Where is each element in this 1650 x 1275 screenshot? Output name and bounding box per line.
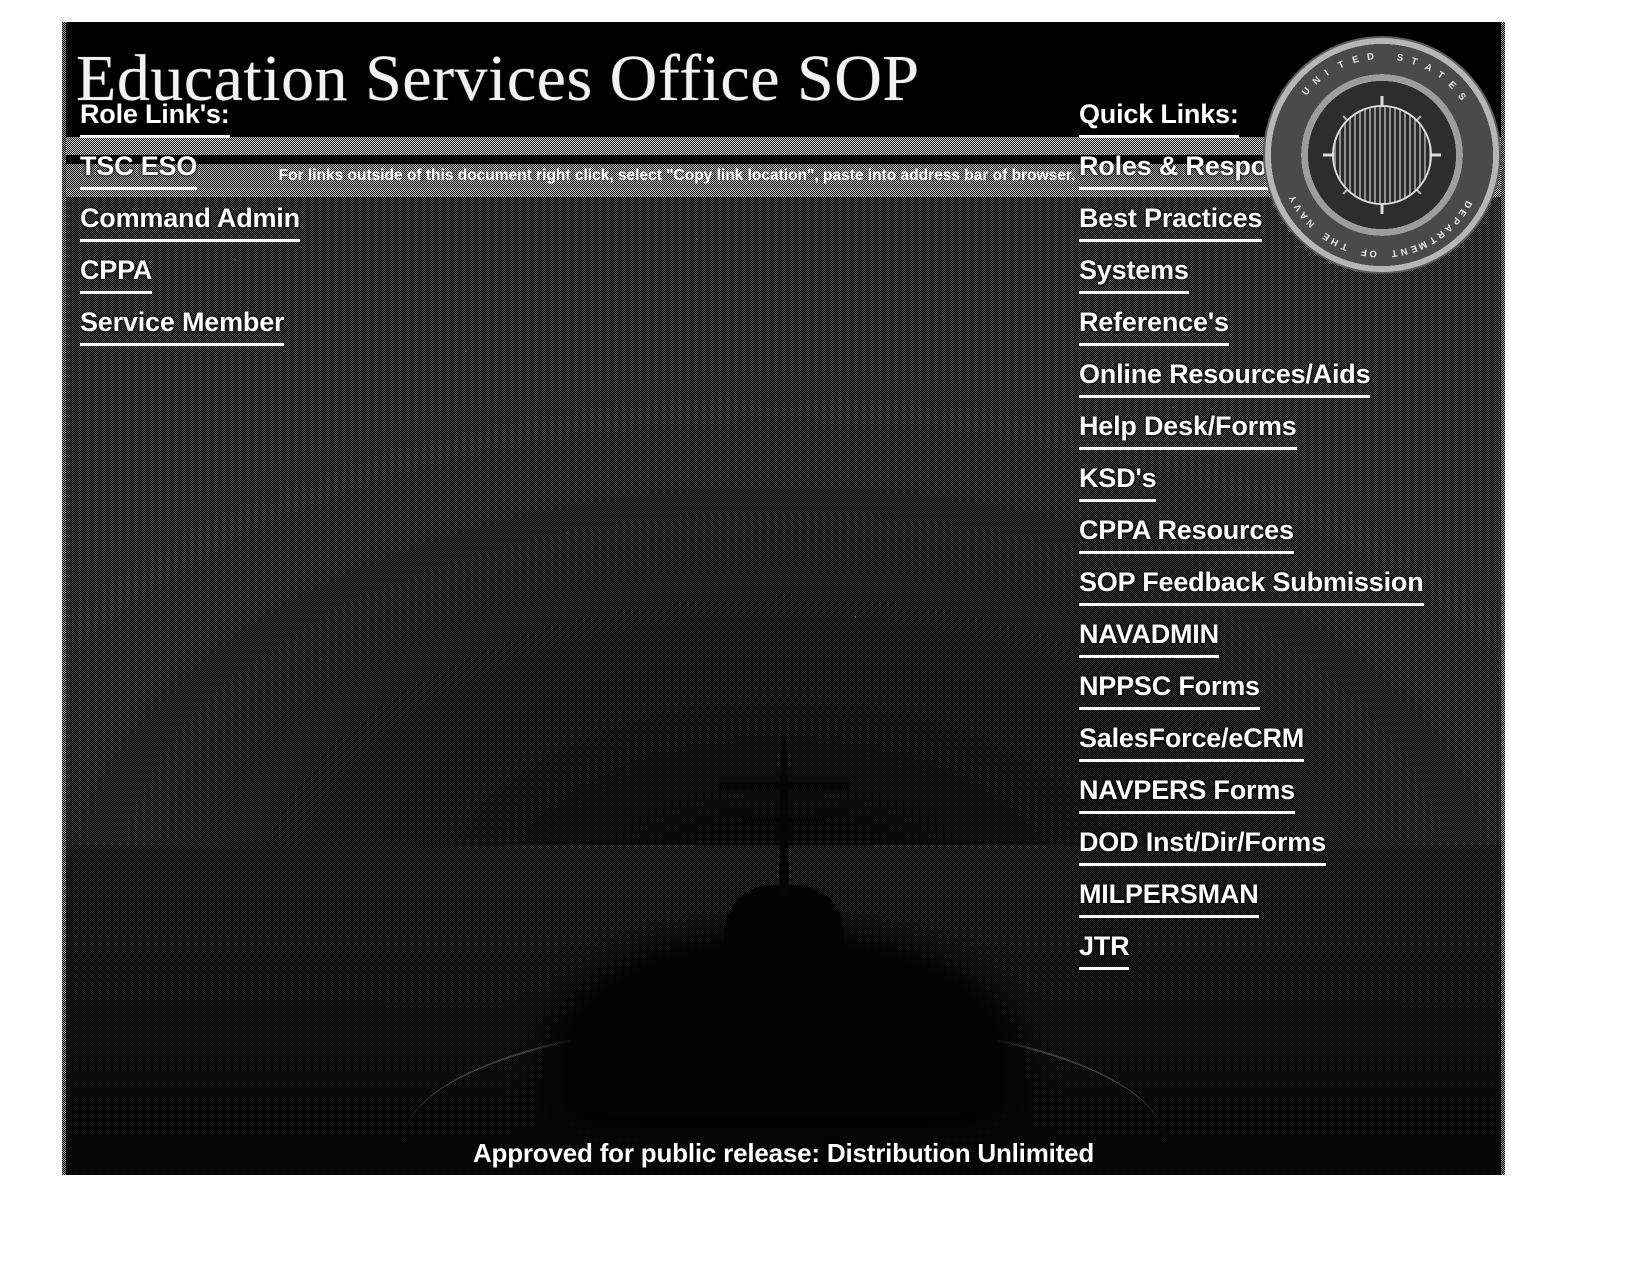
- role-link-row: TSC ESO: [80, 146, 500, 198]
- quick-link-salesforce-ecrm[interactable]: SalesForce/eCRM: [1079, 718, 1304, 762]
- ship-yardarm-upper: [718, 782, 849, 790]
- document-body: Education Services Office SOP For links …: [62, 22, 1505, 1175]
- seal-globe-icon: [1334, 107, 1430, 203]
- quick-link-row: JTR: [1079, 926, 1499, 978]
- role-link-cppa[interactable]: CPPA: [80, 250, 152, 294]
- quick-link-row: SOP Feedback Submission: [1079, 562, 1499, 614]
- navy-seal-icon: UNITED STATESDEPARTMENT OF THE NAVY: [1263, 36, 1501, 274]
- role-link-service-member[interactable]: Service Member: [80, 302, 285, 346]
- footer: Approved for public release: Distributio…: [62, 1138, 1505, 1169]
- left-edge-rule: [62, 22, 66, 1175]
- quick-link-ksds[interactable]: KSD's: [1079, 458, 1157, 502]
- quick-link-jtr[interactable]: JTR: [1079, 926, 1130, 970]
- role-link-row: Service Member: [80, 302, 500, 354]
- quick-link-help-desk-forms[interactable]: Help Desk/Forms: [1079, 406, 1297, 450]
- quick-link-best-practices[interactable]: Best Practices: [1079, 198, 1263, 242]
- quick-link-nppsc-forms[interactable]: NPPSC Forms: [1079, 666, 1260, 710]
- quick-link-online-resources-aids[interactable]: Online Resources/Aids: [1079, 354, 1371, 398]
- role-links-heading-row: Role Link's:: [80, 94, 500, 146]
- role-links-heading[interactable]: Role Link's:: [80, 94, 230, 138]
- quick-link-references[interactable]: Reference's: [1079, 302, 1229, 346]
- quick-link-row: NAVPERS Forms: [1079, 770, 1499, 822]
- role-link-row: Command Admin: [80, 198, 500, 250]
- ship-yardarm-lower: [742, 817, 825, 823]
- quick-link-row: MILPERSMAN: [1079, 874, 1499, 926]
- quick-link-cppa-resources[interactable]: CPPA Resources: [1079, 510, 1294, 554]
- quick-link-row: Reference's: [1079, 302, 1499, 354]
- right-edge-rule: [1501, 22, 1505, 1175]
- release-statement: Approved for public release: Distributio…: [472, 1138, 1095, 1168]
- role-link-row: CPPA: [80, 250, 500, 302]
- quick-link-navadmin[interactable]: NAVADMIN: [1079, 614, 1219, 658]
- role-links-column: Role Link's: TSC ESO Command Admin CPPA …: [80, 94, 500, 354]
- quick-link-row: NAVADMIN: [1079, 614, 1499, 666]
- quick-link-systems[interactable]: Systems: [1079, 250, 1189, 294]
- ship-mast-tip: [781, 737, 786, 777]
- quick-link-dod-inst-dir-forms[interactable]: DOD Inst/Dir/Forms: [1079, 822, 1326, 866]
- quick-link-navpers-forms[interactable]: NAVPERS Forms: [1079, 770, 1295, 814]
- quick-link-row: KSD's: [1079, 458, 1499, 510]
- quick-link-sop-feedback-submission[interactable]: SOP Feedback Submission: [1079, 562, 1424, 606]
- quick-link-row: DOD Inst/Dir/Forms: [1079, 822, 1499, 874]
- role-link-command-admin[interactable]: Command Admin: [80, 198, 300, 242]
- ship-mast: [779, 775, 788, 895]
- quick-link-row: NPPSC Forms: [1079, 666, 1499, 718]
- quick-link-row: Online Resources/Aids: [1079, 354, 1499, 406]
- quick-link-row: CPPA Resources: [1079, 510, 1499, 562]
- ship-superstructure: [723, 885, 844, 1005]
- quick-link-milpersman[interactable]: MILPERSMAN: [1079, 874, 1259, 918]
- role-link-tsc-eso[interactable]: TSC ESO: [80, 146, 197, 190]
- quick-links-heading[interactable]: Quick Links:: [1079, 94, 1239, 138]
- quick-link-row: Help Desk/Forms: [1079, 406, 1499, 458]
- quick-link-row: SalesForce/eCRM: [1079, 718, 1499, 770]
- document-page: Education Services Office SOP For links …: [0, 0, 1650, 1275]
